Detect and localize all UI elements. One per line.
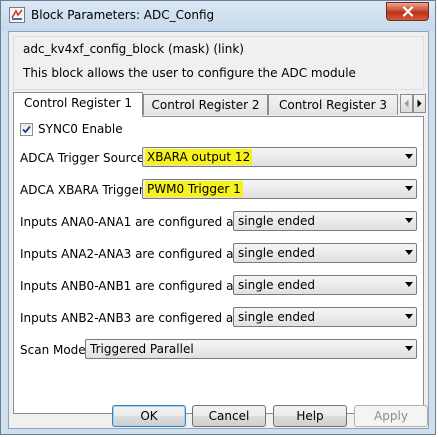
- tab-scroll-left-button[interactable]: [400, 94, 413, 113]
- ana0-ana1-value: single ended: [238, 214, 315, 228]
- sync0-enable-option[interactable]: SYNC0 Enable: [20, 122, 123, 136]
- scan-mode-value: Triggered Parallel: [90, 342, 194, 356]
- sync0-enable-checkbox[interactable]: [20, 122, 33, 136]
- tab-control-register-1[interactable]: Control Register 1: [13, 92, 143, 117]
- adca-xbara-trigger-label: ADCA XBARA Trigger: [20, 183, 144, 197]
- window-title: Block Parameters: ADC_Config: [31, 8, 215, 22]
- chevron-left-icon: [404, 99, 409, 108]
- close-icon: [402, 6, 413, 17]
- sync0-enable-label: SYNC0 Enable: [38, 122, 123, 136]
- description-group: adc_kv4xf_config_block (mask) (link) Thi…: [13, 36, 424, 90]
- tab-panel-control-register-1: SYNC0 Enable ADCA Trigger Source XBARA o…: [13, 116, 424, 414]
- ok-button[interactable]: OK: [112, 405, 186, 427]
- scan-mode-label: Scan Mode: [20, 343, 86, 357]
- chevron-down-icon: [405, 282, 413, 287]
- adca-trigger-source-value: XBARA output 12: [145, 149, 253, 165]
- chevron-down-icon: [405, 346, 413, 351]
- ana2-ana3-select[interactable]: single ended: [233, 243, 417, 263]
- dialog-window: Block Parameters: ADC_Config adc_kv4xf_c…: [0, 0, 436, 435]
- ana0-ana1-select[interactable]: single ended: [233, 211, 417, 231]
- anb2-anb3-label: Inputs ANB2-ANB3 are configered as: [20, 311, 240, 325]
- chevron-down-icon: [405, 218, 413, 223]
- anb0-anb1-select[interactable]: single ended: [233, 275, 417, 295]
- tab-scroll-right-button[interactable]: [413, 94, 426, 113]
- ana2-ana3-label: Inputs ANA2-ANA3 are configured as: [20, 247, 240, 261]
- help-button[interactable]: Help: [273, 405, 347, 427]
- anb0-anb1-value: single ended: [238, 278, 315, 292]
- adca-trigger-source-label: ADCA Trigger Source: [20, 151, 145, 165]
- dialog-client-area: adc_kv4xf_config_block (mask) (link) Thi…: [8, 31, 429, 429]
- block-description-text: This block allows the user to configure …: [23, 66, 356, 80]
- cancel-button[interactable]: Cancel: [192, 405, 266, 427]
- adca-xbara-trigger-value: PWM0 Trigger 1: [145, 181, 243, 197]
- tab-control-register-2[interactable]: Control Register 2: [143, 94, 268, 115]
- chevron-down-icon: [405, 186, 413, 191]
- close-button[interactable]: [386, 2, 429, 21]
- anb2-anb3-value: single ended: [238, 310, 315, 324]
- chevron-right-icon: [417, 99, 422, 108]
- checkmark-icon: [22, 125, 31, 133]
- tab-strip: Control Register 1 Control Register 2 Co…: [13, 92, 427, 117]
- ana2-ana3-value: single ended: [238, 246, 315, 260]
- chevron-down-icon: [405, 314, 413, 319]
- adca-xbara-trigger-select[interactable]: PWM0 Trigger 1: [142, 179, 417, 199]
- chevron-down-icon: [405, 250, 413, 255]
- anb2-anb3-select[interactable]: single ended: [233, 307, 417, 327]
- ana0-ana1-label: Inputs ANA0-ANA1 are configured as: [20, 215, 240, 229]
- tab-control-register-3[interactable]: Control Register 3: [268, 94, 398, 115]
- block-name-text: adc_kv4xf_config_block (mask) (link): [23, 42, 244, 56]
- adca-trigger-source-select[interactable]: XBARA output 12: [142, 147, 417, 167]
- title-bar[interactable]: Block Parameters: ADC_Config: [1, 1, 435, 31]
- chevron-down-icon: [405, 154, 413, 159]
- apply-button[interactable]: Apply: [354, 405, 428, 427]
- anb0-anb1-label: Inputs ANB0-ANB1 are configured as: [20, 279, 240, 293]
- simulink-block-icon: [9, 7, 25, 23]
- scan-mode-select[interactable]: Triggered Parallel: [85, 339, 417, 359]
